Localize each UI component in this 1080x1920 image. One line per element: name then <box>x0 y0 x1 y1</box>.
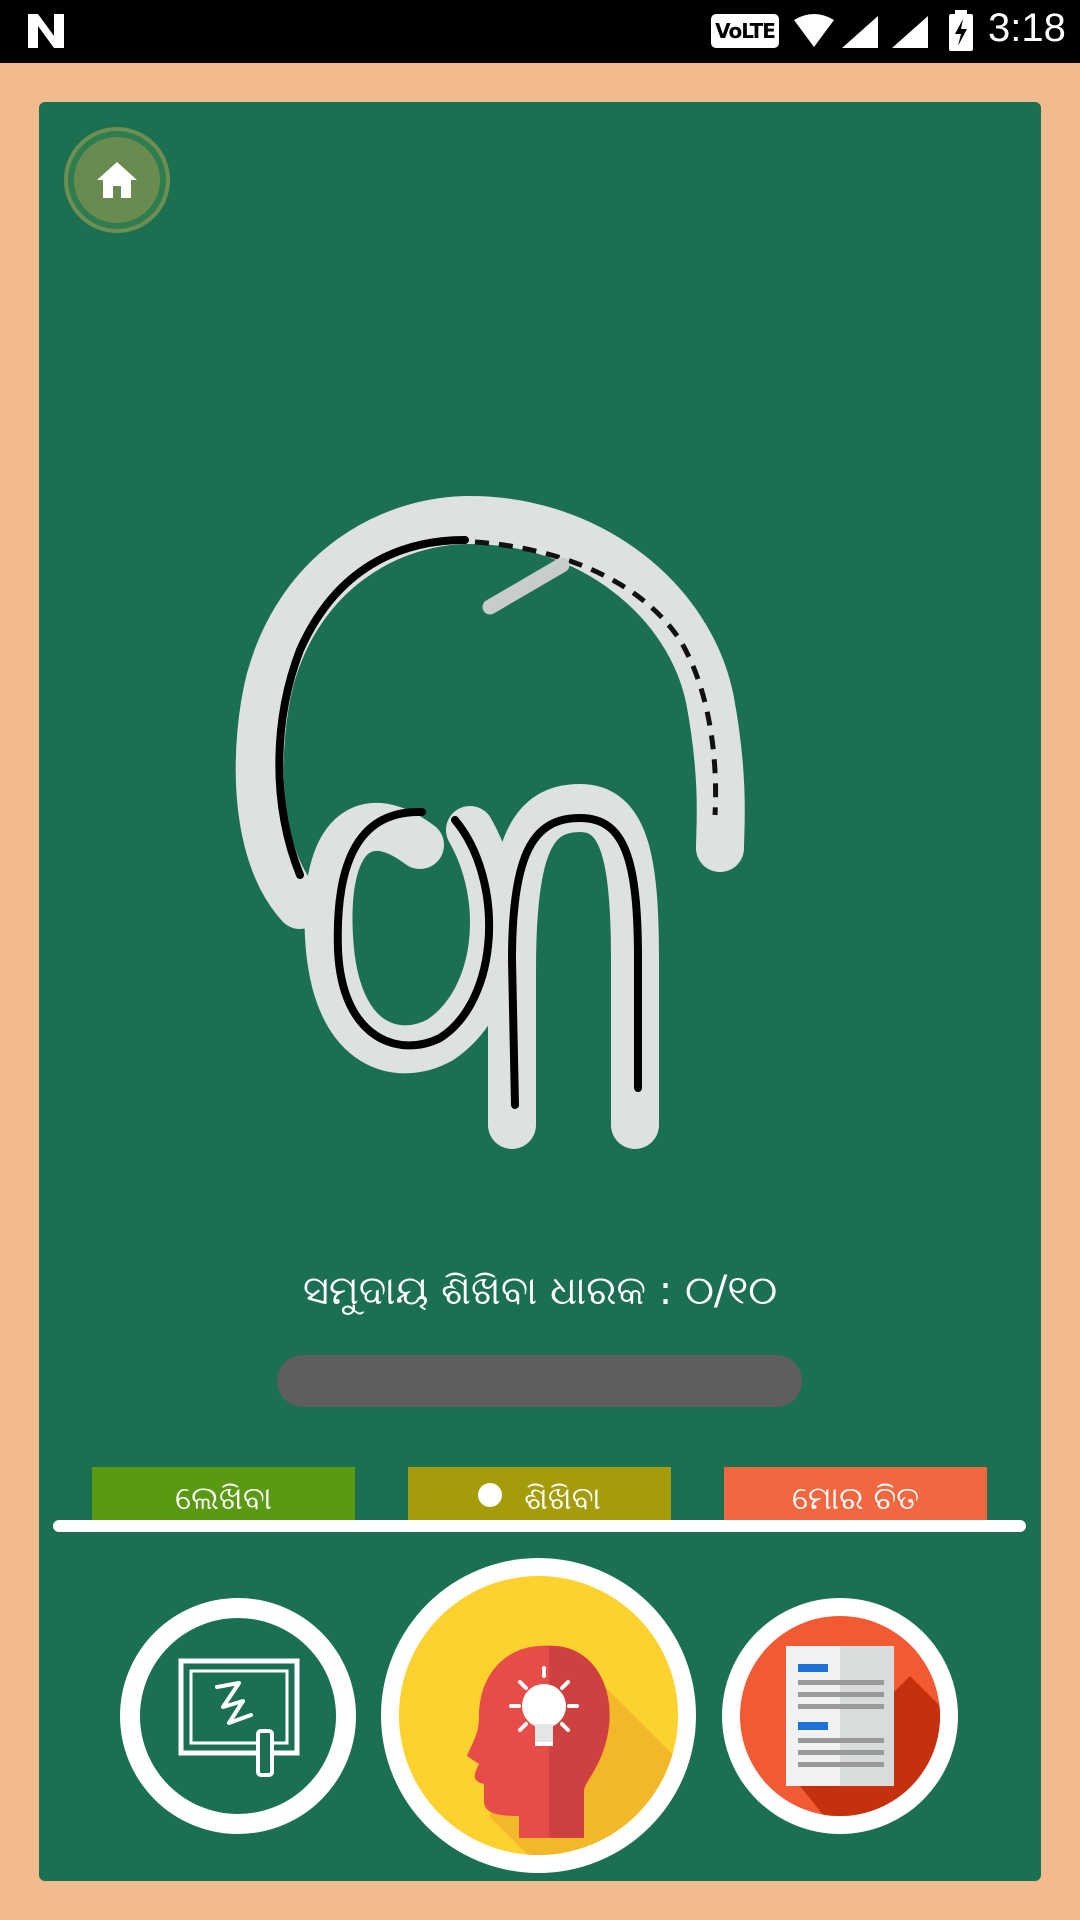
tab-pictures-label: ମୋର ଚିତ <box>791 1479 920 1517</box>
selected-indicator-icon <box>478 1483 503 1507</box>
write-button[interactable] <box>120 1598 356 1834</box>
my-pictures-button[interactable] <box>722 1598 958 1834</box>
tab-learn[interactable]: ଶିଖିବା <box>408 1467 671 1521</box>
tab-my-pictures[interactable]: ମୋର ଚିତ <box>724 1467 987 1521</box>
book-icon <box>786 1646 940 1816</box>
tab-write-label: ଲେଖିବା <box>175 1479 272 1517</box>
tab-write[interactable]: ଲେଖିବା <box>92 1467 355 1521</box>
whiteboard-icon <box>178 1658 300 1777</box>
score-label: ସମୁଦାୟ ଶିଖିବା ଧାରକ : ୦/୧୦ <box>302 1268 778 1314</box>
chalk-stick <box>482 557 570 615</box>
tab-divider <box>53 1520 1026 1532</box>
learn-button[interactable] <box>381 1558 696 1873</box>
tab-learn-label: ଶିଖିବା <box>524 1479 601 1517</box>
idea-head-icon <box>467 1645 678 1855</box>
score-progress-bar <box>277 1355 802 1407</box>
